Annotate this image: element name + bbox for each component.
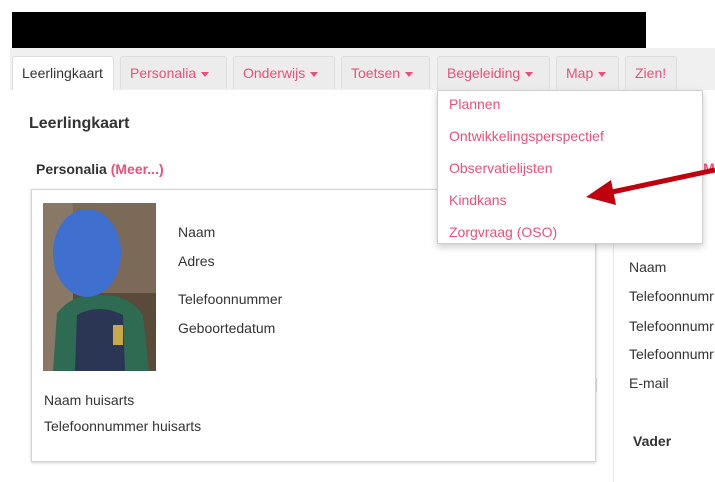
right-subheading-vader: Vader <box>633 433 672 449</box>
caret-down-icon <box>405 71 414 77</box>
tab-personalia[interactable]: Personalia <box>120 56 227 89</box>
tab-label: Map <box>566 65 594 81</box>
tab-onderwijs[interactable]: Onderwijs <box>233 56 335 89</box>
menu-item-zorgvraag-oso[interactable]: Zorgvraag (OSO) <box>449 224 557 240</box>
tab-map[interactable]: Map <box>556 56 619 89</box>
caret-down-icon <box>525 71 534 77</box>
caret-down-icon <box>310 71 319 77</box>
tab-label: Toetsen <box>351 65 401 81</box>
tab-leerlingkaart[interactable]: Leerlingkaart <box>12 56 114 91</box>
section-title-personalia: Personalia (Meer...) <box>36 161 164 177</box>
student-photo-graphic <box>43 203 156 371</box>
redacted-header-bar <box>12 12 646 48</box>
field-adres: Adres <box>178 253 215 269</box>
tab-begeleiding[interactable]: Begeleiding <box>437 56 550 89</box>
divider <box>596 378 597 392</box>
menu-item-ontwikkelingsperspectief[interactable]: Ontwikkelingsperspectief <box>449 128 604 144</box>
field-geboortedatum: Geboortedatum <box>178 320 276 336</box>
field-telefoonnummer: Telefoonnummer <box>178 291 283 307</box>
right-field-telefoon-2: Telefoonnumr <box>629 318 714 334</box>
right-field-email: E-mail <box>629 375 669 391</box>
right-field-telefoon-1: Telefoonnumr <box>629 288 714 304</box>
meer-link[interactable]: (Meer...) <box>111 161 164 177</box>
caret-down-icon <box>201 71 210 77</box>
menu-item-plannen[interactable]: Plannen <box>449 96 500 112</box>
right-field-telefoon-3: Telefoonnumr <box>629 346 714 362</box>
field-naam-huisarts: Naam huisarts <box>44 392 135 408</box>
menu-item-observatielijsten[interactable]: Observatielijsten <box>449 160 553 176</box>
tab-toetsen[interactable]: Toetsen <box>341 56 430 89</box>
tab-label: Zien! <box>635 65 667 81</box>
tab-label: Onderwijs <box>243 65 306 81</box>
avatar-overlay <box>53 209 121 297</box>
section-title-label: Personalia <box>36 161 107 177</box>
tab-label: Leerlingkaart <box>22 65 103 81</box>
page-title: Leerlingkaart <box>29 115 130 132</box>
tab-zien[interactable]: Zien! <box>625 56 677 89</box>
right-panel-heading-fragment: M <box>703 160 715 176</box>
caret-down-icon <box>598 71 607 77</box>
menu-item-kindkans[interactable]: Kindkans <box>449 192 507 208</box>
field-telefoonnummer-huisarts: Telefoonnummer huisarts <box>44 418 202 434</box>
field-naam: Naam <box>178 224 216 240</box>
tab-label: Personalia <box>130 65 197 81</box>
student-photo <box>43 203 156 371</box>
tab-label: Begeleiding <box>447 65 521 81</box>
right-field-naam: Naam <box>629 259 667 275</box>
